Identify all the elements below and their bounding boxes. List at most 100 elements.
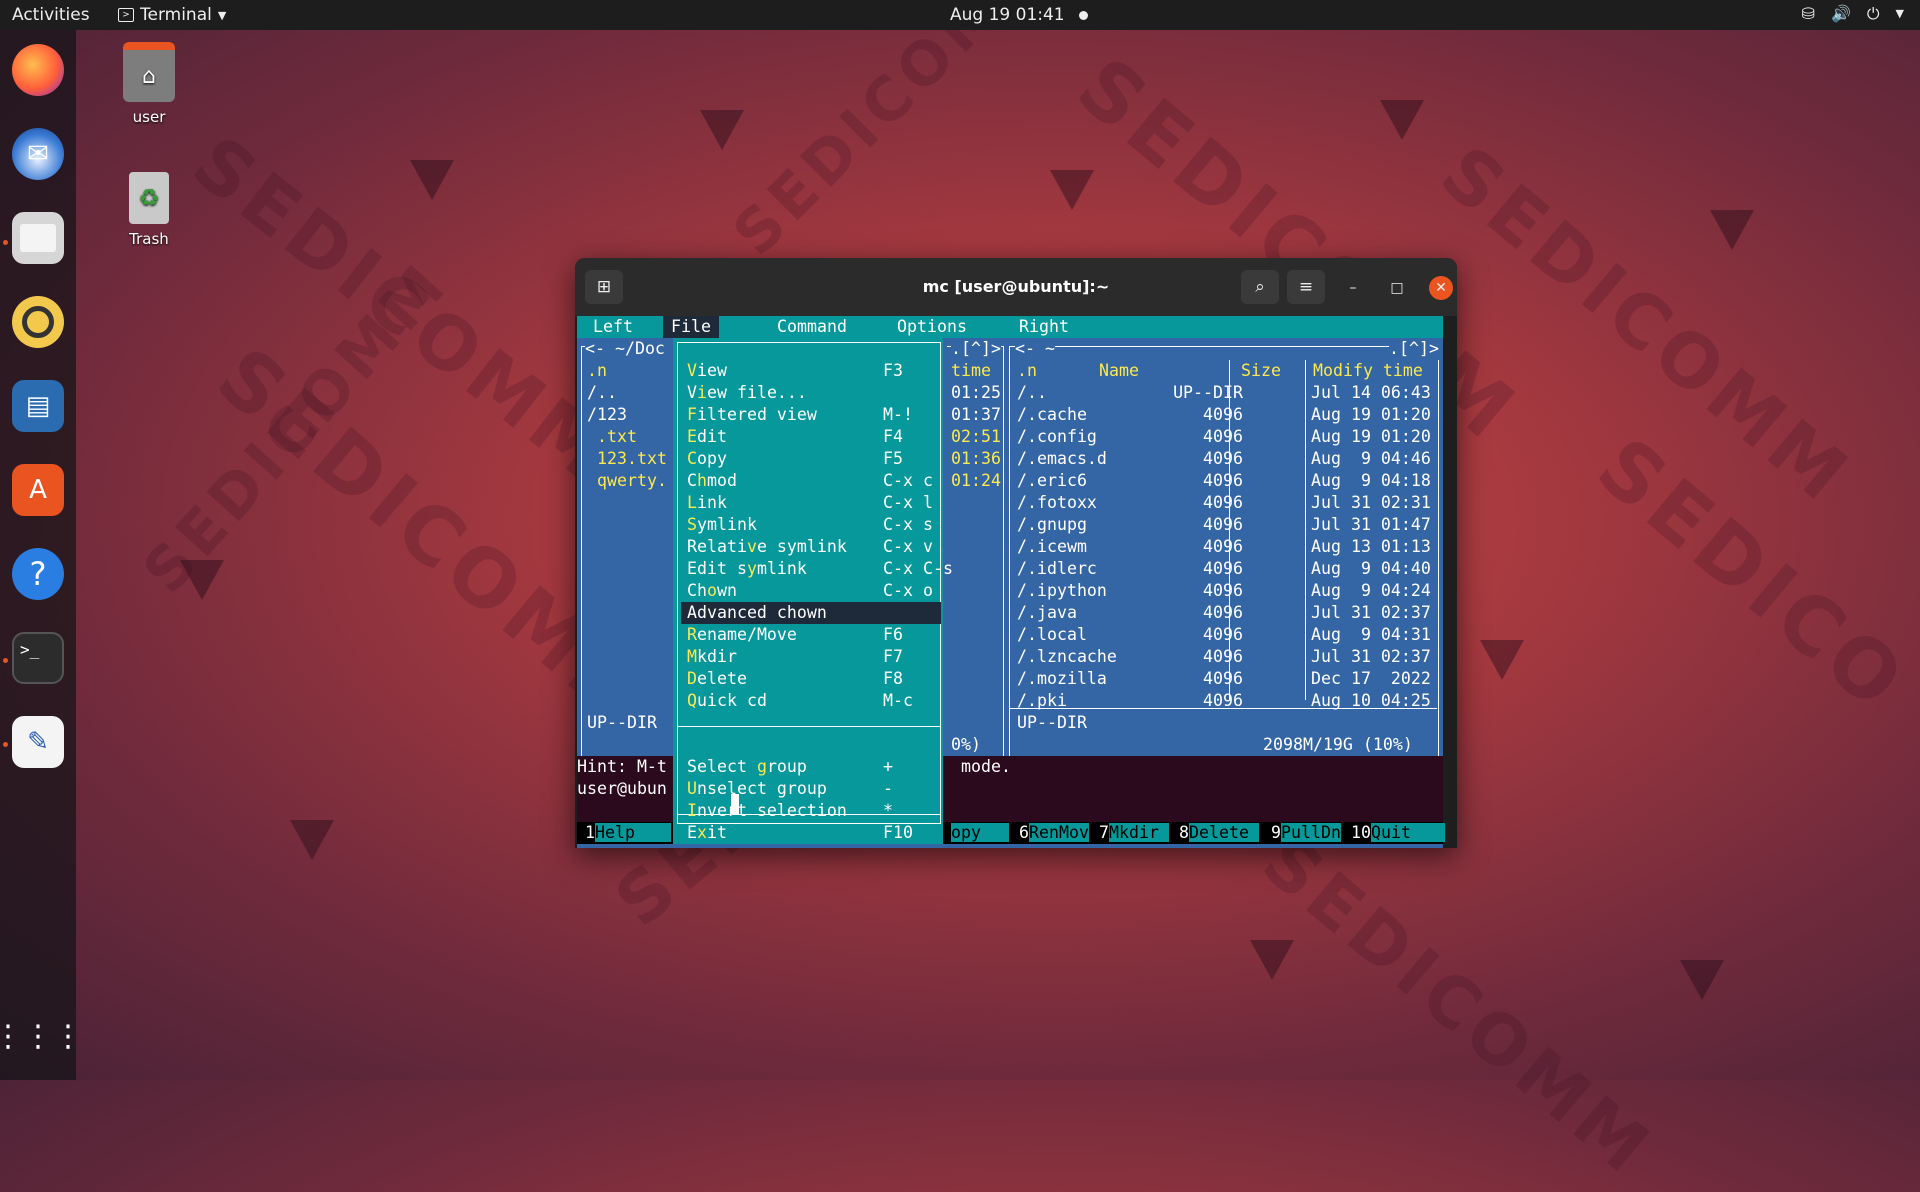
file-size: 4096 [1203, 581, 1243, 600]
search-button[interactable]: ⌕ [1241, 270, 1279, 304]
right-col-name[interactable]: Name [1099, 360, 1139, 382]
menu-options[interactable]: Options [897, 316, 967, 338]
desktop-trash[interactable]: ♻ Trash [104, 172, 194, 248]
file-size: 4096 [1203, 449, 1243, 468]
maximize-button[interactable]: □ [1385, 276, 1409, 300]
fkey-mkdir[interactable]: 7Mkdir [1099, 822, 1169, 844]
left-row[interactable]: 123.txt [597, 448, 667, 470]
table-row[interactable]: /.config 4096 Aug 19 01:20 [1011, 426, 1435, 448]
terminal-icon[interactable]: >_ [12, 632, 64, 684]
terminal-window: ⊞ mc [user@ubuntu]:~ ⌕ ≡ – □ ✕ Left File… [575, 258, 1457, 848]
menu-item-invert-selection[interactable]: Invert selection * [687, 800, 943, 822]
file-mtime: Jul 14 06:43 [1311, 383, 1431, 402]
table-row[interactable]: /.lzncache 4096 Jul 31 02:37 [1011, 646, 1435, 668]
menu-item-chmod[interactable]: Chmod C-x c [687, 470, 943, 492]
fkey-renmov[interactable]: 6RenMov [1019, 822, 1089, 844]
menu-item-view[interactable]: View F3 [687, 360, 943, 382]
menu-item-select-group[interactable]: Select group + [687, 756, 943, 778]
firefox-icon[interactable] [12, 44, 64, 96]
right-col-size[interactable]: Size [1241, 360, 1281, 382]
menu-item-view-file[interactable]: View file... [687, 382, 943, 404]
desktop-home-folder[interactable]: ⌂ user [104, 42, 194, 126]
show-apps-icon[interactable]: ⋮⋮⋮ [0, 1010, 83, 1062]
table-row[interactable]: /.fotoxx 4096 Jul 31 02:31 [1011, 492, 1435, 514]
table-row[interactable]: /.. UP--DIR Jul 14 06:43 [1011, 382, 1435, 404]
fkey-delete[interactable]: 8Delete [1179, 822, 1259, 844]
search-icon: ⌕ [1255, 277, 1265, 297]
menu-item-label: Chmod [687, 471, 737, 490]
table-row[interactable]: /.cache 4096 Aug 19 01:20 [1011, 404, 1435, 426]
menu-file[interactable]: File [663, 316, 719, 338]
file-mtime: Aug 9 04:31 [1311, 625, 1431, 644]
file-mtime: Aug 10 04:25 [1311, 691, 1431, 710]
table-row[interactable]: /.emacs.d 4096 Aug 9 04:46 [1011, 448, 1435, 470]
running-indicator [3, 742, 8, 747]
activities-button[interactable]: Activities [12, 5, 90, 25]
menu-item-exit[interactable]: Exit F10 [687, 822, 943, 844]
file-size: 4096 [1203, 493, 1243, 512]
fkey-label: Quit [1370, 823, 1445, 842]
clock[interactable]: Aug 19 01:41 [950, 5, 1088, 25]
table-row[interactable]: /.mozilla 4096 Dec 17 2022 [1011, 668, 1435, 690]
menu-item-copy[interactable]: Copy F5 [687, 448, 943, 470]
menu-item-advanced-chown[interactable]: Advanced chown [681, 602, 941, 624]
menu-item-link[interactable]: Link C-x l [687, 492, 943, 514]
table-row[interactable]: /.icewm 4096 Aug 13 01:13 [1011, 536, 1435, 558]
right-panel-path: <- ~ [1015, 338, 1055, 360]
menu-item-unselect-group[interactable]: Unselect group - [687, 778, 943, 800]
menu-item-symlink[interactable]: Symlink C-x s [687, 514, 943, 536]
hint-right: mode. [961, 757, 1011, 776]
menu-right[interactable]: Right [1019, 316, 1069, 338]
menu-item-chown[interactable]: Chown C-x o [687, 580, 943, 602]
file-name: /.config [1017, 427, 1097, 446]
table-row[interactable]: /.local 4096 Aug 9 04:31 [1011, 624, 1435, 646]
table-row[interactable]: /.gnupg 4096 Jul 31 01:47 [1011, 514, 1435, 536]
table-row[interactable]: /.java 4096 Jul 31 02:37 [1011, 602, 1435, 624]
app-menu-terminal[interactable]: > Terminal ▼ [118, 5, 226, 25]
table-row[interactable]: /.eric6 4096 Aug 9 04:18 [1011, 470, 1435, 492]
text-editor-icon[interactable]: ✎ [12, 716, 64, 768]
menu-left[interactable]: Left [593, 316, 633, 338]
disk-usage: 2098M/19G (10%) [1263, 734, 1413, 756]
minimize-button[interactable]: – [1341, 276, 1365, 300]
left-row[interactable]: qwerty. [597, 470, 667, 492]
menu-command[interactable]: Command [777, 316, 847, 338]
menu-item-shortcut: + [883, 757, 893, 776]
libreoffice-writer-icon[interactable]: ▤ [12, 380, 64, 432]
terminal-content[interactable]: Left File Command Options Right <- ~/Doc… [577, 316, 1445, 848]
menu-item-filtered-view[interactable]: Filtered view M-! [687, 404, 943, 426]
menu-item-edit[interactable]: Edit F4 [687, 426, 943, 448]
thunderbird-icon[interactable]: ✉ [12, 128, 64, 180]
left-top-right: .[^]> [951, 338, 1001, 360]
system-tray[interactable]: ⛁ 🔊 ⏻ ▼ [1802, 4, 1904, 24]
menu-item-label: Invert selection [687, 801, 847, 820]
menu-item-rename-move[interactable]: Rename/Move F6 [687, 624, 943, 646]
left-row[interactable]: /123 [587, 404, 627, 426]
menu-item-label: Edit [687, 427, 727, 446]
hamburger-menu-button[interactable]: ≡ [1287, 270, 1325, 304]
fkey-help[interactable]: 1Help [585, 822, 671, 844]
left-row[interactable]: .txt [597, 426, 637, 448]
menu-item-delete[interactable]: Delete F8 [687, 668, 943, 690]
files-icon[interactable] [12, 212, 64, 264]
rhythmbox-icon[interactable] [12, 296, 64, 348]
close-button[interactable]: ✕ [1429, 276, 1453, 300]
left-row[interactable]: /.. [587, 382, 617, 404]
table-row[interactable]: /.ipython 4096 Aug 9 04:24 [1011, 580, 1435, 602]
menu-item-relative-symlink[interactable]: Relative symlink C-x v [687, 536, 943, 558]
desktop-home-label: user [132, 108, 166, 126]
table-row[interactable]: /.idlerc 4096 Aug 9 04:40 [1011, 558, 1435, 580]
help-icon[interactable]: ? [12, 548, 64, 600]
right-col-modify[interactable]: Modify time [1313, 360, 1423, 382]
window-header[interactable]: ⊞ mc [user@ubuntu]:~ ⌕ ≡ – □ ✕ [575, 258, 1457, 316]
menu-item-mkdir[interactable]: Mkdir F7 [687, 646, 943, 668]
file-mtime: Jul 31 02:31 [1311, 493, 1431, 512]
menu-item-edit-symlink[interactable]: Edit symlink C-x C-s [687, 558, 953, 580]
menu-item-quick-cd[interactable]: Quick cd M-c [687, 690, 943, 712]
software-center-icon[interactable]: A [12, 464, 64, 516]
table-row[interactable]: /.pki 4096 Aug 10 04:25 [1011, 690, 1435, 712]
left-col-time: time [951, 361, 991, 380]
fkey-quit[interactable]: 10Quit [1351, 822, 1445, 844]
fkey-copy[interactable]: opy [951, 822, 1009, 844]
fkey-pulldn[interactable]: 9PullDn [1271, 822, 1341, 844]
